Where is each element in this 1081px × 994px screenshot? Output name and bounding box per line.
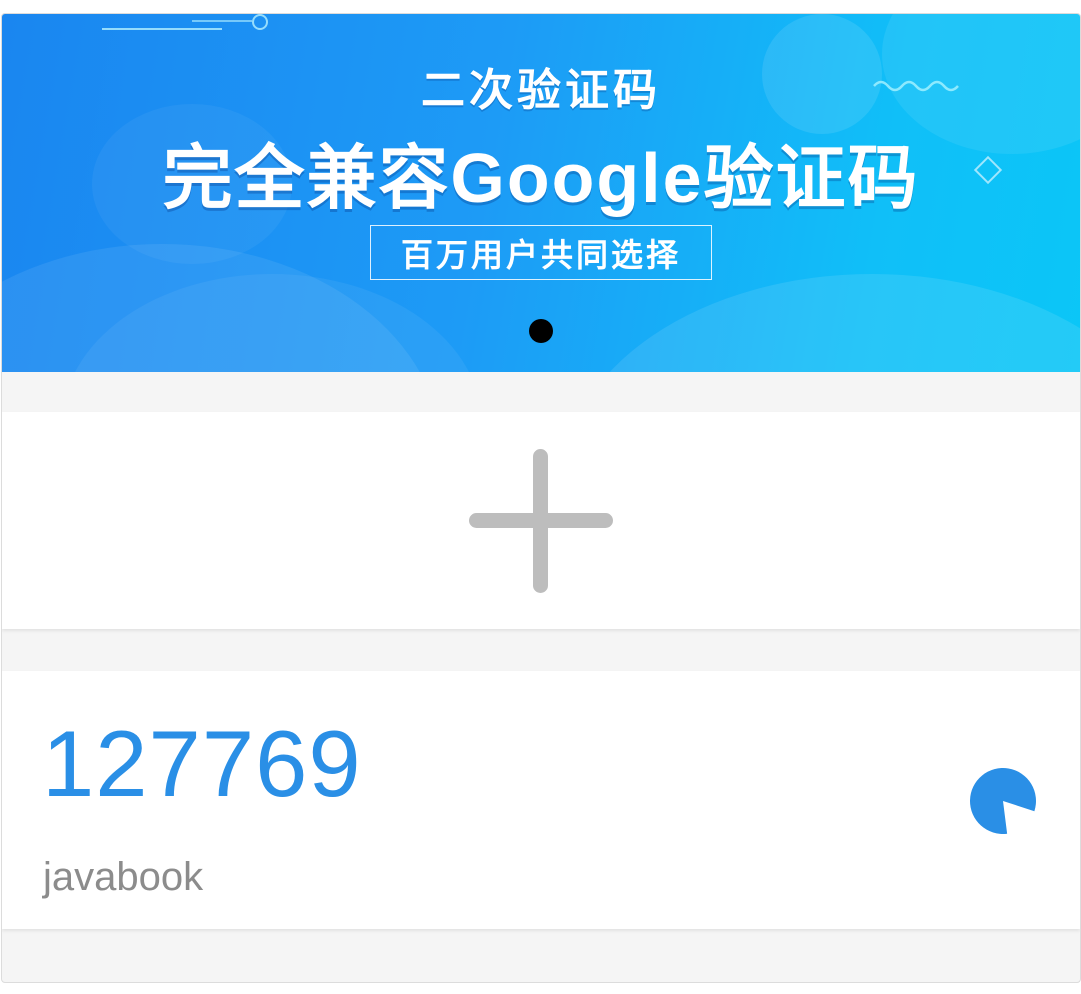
account-name: javabook bbox=[43, 855, 204, 899]
token-card[interactable]: 127769 javabook bbox=[2, 671, 1080, 929]
promo-banner[interactable]: 二次验证码 完全兼容Google验证码 百万用户共同选择 bbox=[2, 14, 1080, 372]
banner-decoration bbox=[192, 20, 252, 22]
verification-code: 127769 bbox=[42, 711, 362, 816]
banner-subtitle: 二次验证码 bbox=[421, 66, 661, 115]
carousel-indicator-dot[interactable] bbox=[529, 319, 553, 343]
banner-decoration bbox=[562, 274, 1080, 372]
plus-icon bbox=[469, 448, 613, 593]
add-account-button[interactable] bbox=[2, 412, 1080, 629]
countdown-pie-icon bbox=[969, 768, 1036, 835]
banner-decoration bbox=[102, 28, 222, 30]
app-screen: 二次验证码 完全兼容Google验证码 百万用户共同选择 127769 java… bbox=[1, 13, 1081, 983]
banner-badge: 百万用户共同选择 bbox=[370, 225, 712, 280]
banner-decoration bbox=[252, 14, 268, 30]
banner-title: 完全兼容Google验证码 bbox=[162, 139, 920, 217]
